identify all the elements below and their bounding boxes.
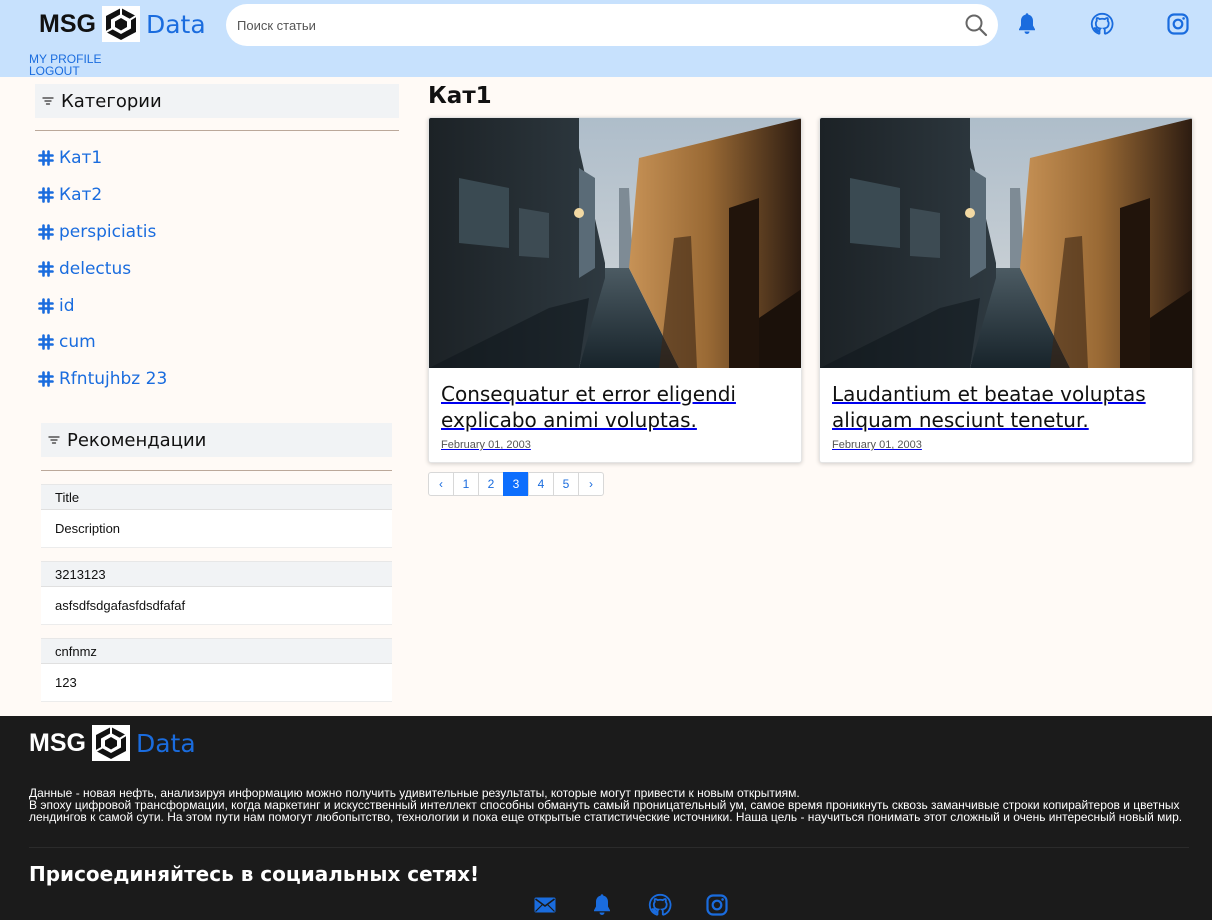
bell-icon[interactable] bbox=[1015, 12, 1039, 36]
recommendations-header: Рекомендации bbox=[41, 423, 392, 457]
instagram-icon[interactable] bbox=[705, 893, 729, 917]
article-title: Consequatur et error eligendi explicabo … bbox=[441, 382, 736, 432]
recommendation-card[interactable]: Title Description bbox=[41, 484, 392, 548]
slack-hash-icon bbox=[38, 371, 54, 387]
category-label: delectus bbox=[59, 258, 132, 279]
instagram-icon[interactable] bbox=[1166, 12, 1190, 36]
list-item: cum bbox=[38, 324, 167, 361]
article-date: February 01, 2003 bbox=[832, 439, 922, 451]
category-link[interactable]: Кат1 bbox=[38, 148, 102, 168]
list-item: Кат1 bbox=[38, 140, 167, 177]
user-links: MY PROFILE LOGOUT bbox=[29, 53, 101, 77]
brand-logo[interactable]: MSG Data bbox=[39, 6, 206, 42]
category-label: cum bbox=[59, 332, 96, 353]
github-icon[interactable] bbox=[1090, 12, 1114, 36]
search-input[interactable] bbox=[226, 4, 926, 46]
search-icon[interactable] bbox=[964, 13, 988, 37]
category-label: Кат1 bbox=[59, 148, 103, 169]
category-link[interactable]: id bbox=[38, 296, 75, 316]
list-item: Кат2 bbox=[38, 177, 167, 214]
category-label: Кат2 bbox=[59, 185, 103, 206]
recommendation-title: 3213123 bbox=[41, 561, 392, 587]
logo-mark-icon bbox=[102, 6, 140, 42]
footer-text-line: В эпоху цифровой трансформации, когда ма… bbox=[29, 798, 1183, 824]
brand-data: Data bbox=[145, 9, 206, 39]
footer: MSG Data Данные - новая нефть, анализиру… bbox=[0, 716, 1212, 920]
mail-icon[interactable] bbox=[533, 893, 557, 917]
top-navbar: MSG Data MY PROFILE LOGOUT bbox=[0, 0, 1212, 77]
divider bbox=[29, 847, 1189, 848]
search-bar bbox=[226, 4, 998, 46]
recommendation-title: Title bbox=[41, 484, 392, 510]
article-card[interactable]: Laudantium et beatae voluptas aliquam ne… bbox=[819, 117, 1193, 463]
logout-link[interactable]: LOGOUT bbox=[29, 65, 101, 77]
category-link[interactable]: delectus bbox=[38, 259, 131, 279]
category-link[interactable]: perspiciatis bbox=[38, 222, 156, 242]
pagination-page-1[interactable]: 1 bbox=[453, 472, 479, 496]
pagination-page-5[interactable]: 5 bbox=[553, 472, 579, 496]
pagination-prev-button[interactable]: ‹ bbox=[428, 472, 454, 496]
recommendation-description: Description bbox=[41, 510, 392, 548]
recommendation-title: cnfnmz bbox=[41, 638, 392, 664]
pagination-page-4[interactable]: 4 bbox=[528, 472, 554, 496]
filter-icon bbox=[41, 94, 55, 108]
social-title: Присоединяйтесь в социальных сетях! bbox=[29, 862, 480, 886]
github-icon[interactable] bbox=[648, 893, 672, 917]
list-item: Rfntujhbz 23 bbox=[38, 361, 167, 398]
category-link[interactable]: Кат2 bbox=[38, 185, 102, 205]
article-image bbox=[820, 118, 1193, 368]
brand-msg: MSG bbox=[39, 9, 96, 38]
slack-hash-icon bbox=[38, 298, 54, 314]
pagination: ‹ 1 2 3 4 5 › bbox=[428, 472, 604, 496]
category-label: perspiciatis bbox=[59, 221, 157, 242]
recommendation-description: 123 bbox=[41, 664, 392, 702]
categories-header: Категории bbox=[35, 84, 399, 118]
recommendation-card[interactable]: 3213123 asfsdfsdgafasfdsdfafaf bbox=[41, 561, 392, 625]
slack-hash-icon bbox=[38, 261, 54, 277]
category-link[interactable]: Rfntujhbz 23 bbox=[38, 369, 167, 389]
slack-hash-icon bbox=[38, 150, 54, 166]
footer-description: Данные - новая нефть, анализируя информа… bbox=[29, 787, 1189, 823]
categories-title: Категории bbox=[61, 90, 162, 112]
brand-data: Data bbox=[135, 728, 196, 758]
slack-hash-icon bbox=[38, 187, 54, 203]
recommendation-description: asfsdfsdgafasfdsdfafaf bbox=[41, 587, 392, 625]
pagination-page-2[interactable]: 2 bbox=[478, 472, 504, 496]
list-item: delectus bbox=[38, 250, 167, 287]
divider bbox=[41, 470, 392, 471]
divider bbox=[35, 130, 399, 131]
category-label: Rfntujhbz 23 bbox=[59, 369, 168, 390]
category-list: Кат1 Кат2 perspiciatis delectus id cum R… bbox=[38, 140, 167, 398]
filter-icon bbox=[47, 433, 61, 447]
article-title: Laudantium et beatae voluptas aliquam ne… bbox=[832, 382, 1146, 432]
recommendations-title: Рекомендации bbox=[67, 429, 207, 451]
page-title: Кат1 bbox=[428, 83, 492, 109]
article-date: February 01, 2003 bbox=[441, 439, 531, 451]
pagination-page-3[interactable]: 3 bbox=[503, 472, 529, 496]
article-image bbox=[429, 118, 802, 368]
slack-hash-icon bbox=[38, 224, 54, 240]
bell-icon[interactable] bbox=[590, 893, 614, 917]
category-label: id bbox=[59, 295, 75, 316]
list-item: id bbox=[38, 287, 167, 324]
pagination-next-button[interactable]: › bbox=[578, 472, 604, 496]
brand-msg: MSG bbox=[29, 728, 86, 757]
article-card[interactable]: Consequatur et error eligendi explicabo … bbox=[428, 117, 802, 463]
slack-hash-icon bbox=[38, 334, 54, 350]
category-link[interactable]: cum bbox=[38, 332, 96, 352]
recommendation-card[interactable]: cnfnmz 123 bbox=[41, 638, 392, 702]
logo-mark-icon bbox=[92, 725, 130, 761]
footer-brand-logo[interactable]: MSG Data bbox=[29, 725, 196, 761]
list-item: perspiciatis bbox=[38, 214, 167, 251]
